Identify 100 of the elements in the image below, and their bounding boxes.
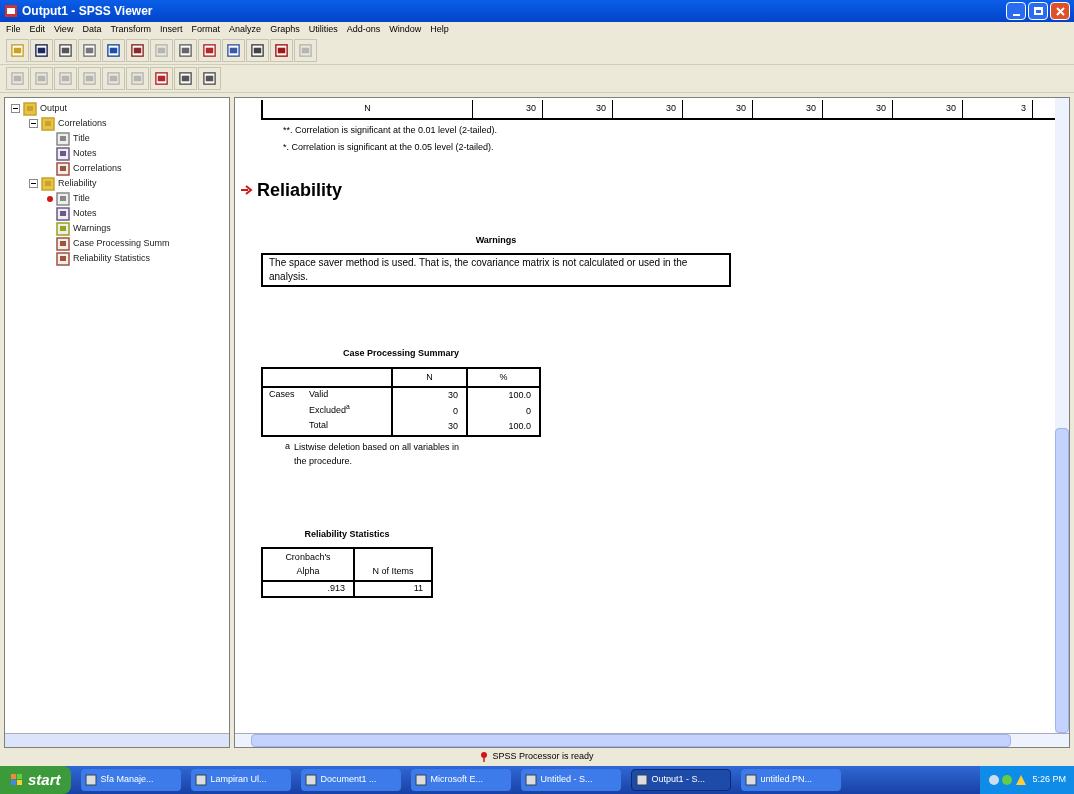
- menu-item[interactable]: Add-ons: [346, 22, 381, 37]
- column-header: Cronbach's Alpha: [263, 549, 355, 580]
- warning-message: The space saver method is used. That is, the covariance matrix is not calculated or used in the analysis.: [261, 253, 731, 287]
- row-label: Valid: [309, 388, 329, 401]
- outline-item[interactable]: Notes: [73, 206, 97, 221]
- outline-item[interactable]: Title: [73, 191, 90, 206]
- pin-icon: [480, 752, 489, 762]
- window-icon: [304, 774, 317, 786]
- menu-item[interactable]: Insert: [160, 22, 183, 37]
- table-title: Case Processing Summary: [341, 347, 461, 360]
- window-title: Output1 - SPSS Viewer: [22, 3, 153, 20]
- toolbar-button[interactable]: [222, 39, 245, 62]
- expander-icon[interactable]: [29, 119, 38, 128]
- toolbar-button[interactable]: [126, 39, 149, 62]
- taskbar-button[interactable]: Sfa Manaje...: [80, 769, 181, 791]
- folder-node-icon: [41, 116, 55, 131]
- close-button[interactable]: [1050, 2, 1070, 20]
- table-cell: .913: [263, 582, 355, 596]
- close-icon: [1055, 6, 1065, 16]
- outline-item[interactable]: Notes: [73, 146, 97, 161]
- table-title: Reliability Statistics: [303, 527, 391, 541]
- toolbar-button[interactable]: [102, 39, 125, 62]
- outline-item[interactable]: Title: [73, 131, 90, 146]
- menu-item[interactable]: Transform: [110, 22, 152, 37]
- folder-node-icon: [41, 176, 55, 191]
- outline-item[interactable]: Correlations: [73, 161, 122, 176]
- menu-item[interactable]: File: [6, 22, 21, 37]
- notes-node-icon: [56, 146, 70, 161]
- windows-flag-icon: [10, 773, 24, 787]
- menu-item[interactable]: Edit: [29, 22, 46, 37]
- outline-item[interactable]: Warnings: [73, 221, 111, 236]
- toolbar-button[interactable]: [246, 39, 269, 62]
- minimize-button[interactable]: [1006, 2, 1026, 20]
- menu-item[interactable]: Utilities: [308, 22, 338, 37]
- table-node-icon: [56, 236, 70, 251]
- taskbar-button[interactable]: Output1 - S...: [630, 769, 731, 791]
- outline-item[interactable]: Reliability: [58, 176, 97, 191]
- expander-icon[interactable]: [29, 179, 38, 188]
- menu-item[interactable]: Format: [191, 22, 221, 37]
- toolbar-button[interactable]: [198, 39, 221, 62]
- menu-item[interactable]: Data: [82, 22, 102, 37]
- outline-item[interactable]: Output: [40, 101, 68, 116]
- arrow-icon: [241, 185, 253, 195]
- taskbar-button[interactable]: untitled.PN...: [740, 769, 841, 791]
- menu-item[interactable]: Analyze: [229, 22, 262, 37]
- notes-node-icon: [56, 206, 70, 221]
- table-title: Warnings: [474, 233, 518, 247]
- footnote: Listwise deletion based on all variables in the procedure.: [294, 440, 461, 468]
- horizontal-scrollbar[interactable]: [5, 733, 229, 747]
- footnote: **. Correlation is significant at the 0.01 level (2-tailed).: [282, 123, 499, 137]
- toolbar-button[interactable]: [270, 39, 293, 62]
- toolbar-button[interactable]: [30, 39, 53, 62]
- taskbar-button[interactable]: Microsoft E...: [410, 769, 511, 791]
- table-node-icon: [56, 251, 70, 266]
- menu-item[interactable]: Graphs: [270, 22, 300, 37]
- warning-node-icon: [56, 221, 70, 236]
- taskbar-button[interactable]: Untitled - S...: [520, 769, 621, 791]
- table-cell: 30: [393, 419, 468, 435]
- start-button[interactable]: start: [0, 766, 71, 794]
- outline-item[interactable]: Case Processing Summ: [73, 236, 170, 251]
- status-text: SPSS Processor is ready: [492, 750, 594, 764]
- horizontal-scrollbar[interactable]: [235, 733, 1069, 747]
- row-label: Total: [309, 419, 328, 432]
- table-cell: 30: [823, 100, 893, 118]
- table-cell: 30: [543, 100, 613, 118]
- table-cell: 30: [683, 100, 753, 118]
- table-cell-text: 0: [525, 404, 532, 418]
- table-cell: 0: [393, 403, 468, 419]
- table-node-icon: [56, 161, 70, 176]
- title-node-icon: [56, 191, 70, 206]
- toolbar-button[interactable]: [174, 67, 197, 90]
- menu-item[interactable]: Help: [430, 22, 449, 37]
- toolbar-button[interactable]: [150, 67, 173, 90]
- toolbar-button[interactable]: [198, 67, 221, 90]
- footnote: *. Correlation is significant at the 0.05 level (2-tailed).: [282, 141, 495, 154]
- table-cell-text: 100.0: [507, 389, 532, 402]
- folder-node-icon: [23, 101, 37, 116]
- taskbar-button[interactable]: Document1 ...: [300, 769, 401, 791]
- title-node-icon: [56, 131, 70, 146]
- app-icon: [4, 4, 18, 18]
- column-header: %: [498, 370, 509, 384]
- selection-marker: [47, 195, 53, 202]
- window-icon: [744, 774, 757, 786]
- menu-item[interactable]: View: [54, 22, 74, 37]
- menu-item[interactable]: Window: [389, 22, 422, 37]
- window-icon: [414, 774, 427, 786]
- column-header: N: [393, 368, 468, 386]
- outline-item[interactable]: Reliability Statistics: [73, 251, 151, 266]
- toolbar-button[interactable]: [54, 39, 77, 62]
- table-cell-text: 11: [412, 582, 424, 595]
- expander-icon[interactable]: [11, 104, 20, 113]
- window-icon: [84, 774, 97, 786]
- maximize-button[interactable]: [1028, 2, 1048, 20]
- table-cell: 30: [753, 100, 823, 118]
- vertical-scrollbar[interactable]: [1055, 98, 1069, 733]
- window-icon: [635, 774, 648, 786]
- table-cell: N: [263, 100, 473, 118]
- outline-item[interactable]: Correlations: [58, 116, 107, 131]
- taskbar-button[interactable]: Lampiran Ul...: [190, 769, 291, 791]
- window-icon: [194, 774, 207, 786]
